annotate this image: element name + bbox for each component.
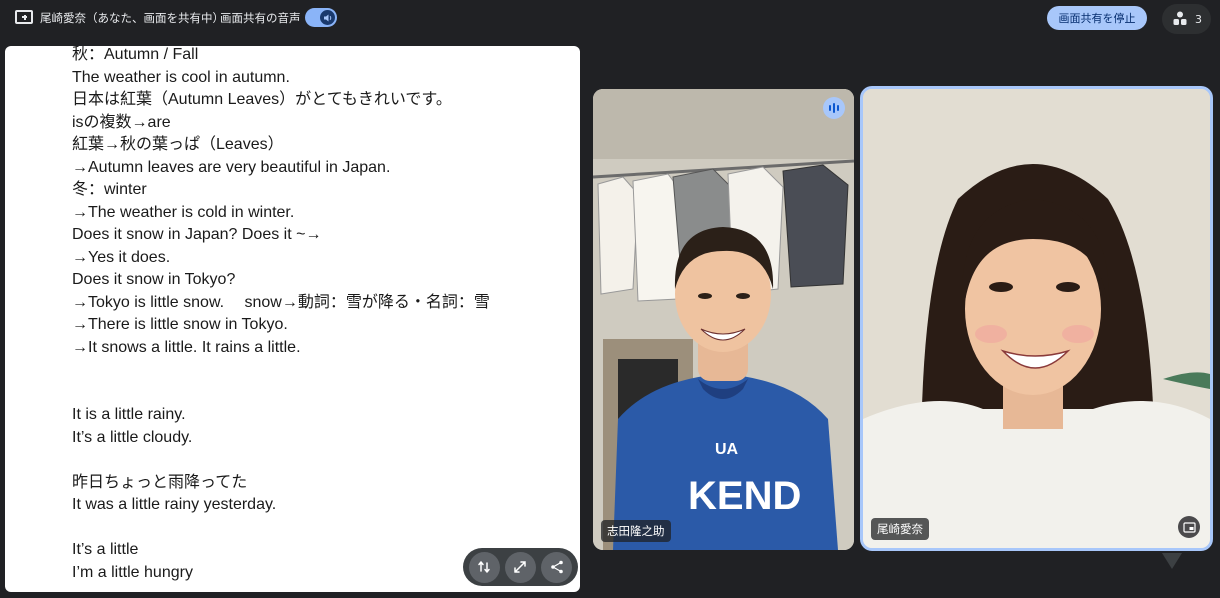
document-line: →The weather is cold in winter. xyxy=(72,203,295,221)
svg-text:KEND: KEND xyxy=(688,474,801,518)
speaking-indicator-icon xyxy=(823,97,845,119)
participant-name-label: 志田隆之助 xyxy=(601,520,671,542)
document-line: I’m a little hungry xyxy=(72,563,193,581)
document-line xyxy=(72,517,490,540)
participant-count: 3 xyxy=(1195,13,1202,26)
document-line: →Yes it does. xyxy=(72,248,171,266)
participant-video xyxy=(863,89,1210,548)
participant-name-label: 尾崎愛奈 xyxy=(871,518,929,540)
shared-screen-controls xyxy=(463,548,578,586)
document-line: It is a little rainy. xyxy=(72,406,186,423)
people-icon xyxy=(1173,11,1187,25)
share-audio-toggle[interactable] xyxy=(305,8,337,27)
document-line: 昨日ちょっと雨降ってた xyxy=(72,473,248,491)
document-line: Does it snow in Japan? Does it ~→ xyxy=(72,226,322,243)
document-line: isの複数→are xyxy=(72,113,171,131)
document-line: →It snows a little. It rains a little. xyxy=(72,338,301,356)
document-line: →Tokyo is little snow. snow→動詞：雪が降る・名詞：雪 xyxy=(72,293,490,311)
speaker-icon xyxy=(320,10,335,25)
document-line: 紅葉→秋の葉っぱ（Leaves） xyxy=(72,136,284,153)
document-line: It’s a little cloudy. xyxy=(72,428,193,446)
participants-button[interactable]: 3 xyxy=(1162,4,1211,34)
document-line: It’s a little xyxy=(72,541,139,558)
pip-icon xyxy=(1182,521,1196,533)
document-line: 秋：Autumn / Fall xyxy=(72,46,199,63)
stop-sharing-button[interactable]: 画面共有を停止 xyxy=(1047,6,1147,30)
video-tile-participant-2[interactable]: 尾崎愛奈 xyxy=(860,86,1213,551)
presenter-label: 尾崎愛奈（あなた、画面を共有中） xyxy=(40,11,224,25)
document-line: Does it snow in Tokyo? xyxy=(72,271,236,288)
document-line: →There is little snow in Tokyo. xyxy=(72,316,288,333)
participant-video: KEND UA xyxy=(593,89,854,550)
document-line: →Autumn leaves are very beautiful in Jap… xyxy=(72,158,391,176)
tile-pointer xyxy=(1162,553,1182,569)
picture-in-picture-button[interactable] xyxy=(1178,516,1200,538)
shared-screen: 秋：Autumn / Fall The weather is cool in au… xyxy=(5,46,580,592)
expand-icon xyxy=(514,561,527,573)
document-line: It was a little rainy yesterday. xyxy=(72,496,277,513)
document-line xyxy=(72,449,490,472)
top-bar: 尾崎愛奈（あなた、画面を共有中） 画面共有の音声 画面共有を停止 3 xyxy=(0,0,1220,36)
video-tile-participant-1[interactable]: KEND UA 志田隆之助 xyxy=(593,89,854,550)
share-audio-label: 画面共有の音声 xyxy=(220,11,301,25)
document-line: 日本は紅葉（Autumn Leaves）がとてもきれいです。 xyxy=(72,91,452,108)
document-line xyxy=(72,359,490,382)
share-icon xyxy=(551,560,563,574)
fullscreen-button[interactable] xyxy=(504,551,536,583)
share-button[interactable] xyxy=(541,551,573,583)
document-line xyxy=(72,382,490,405)
document-line: The weather is cool in autumn. xyxy=(72,68,290,86)
document-line: 冬：winter xyxy=(72,181,147,198)
swap-icon xyxy=(478,561,490,573)
svg-text:UA: UA xyxy=(715,441,739,458)
present-screen-icon xyxy=(15,10,33,24)
document-text: 秋：Autumn / Fall The weather is cool in au… xyxy=(72,46,490,584)
swap-layout-button[interactable] xyxy=(468,551,500,583)
